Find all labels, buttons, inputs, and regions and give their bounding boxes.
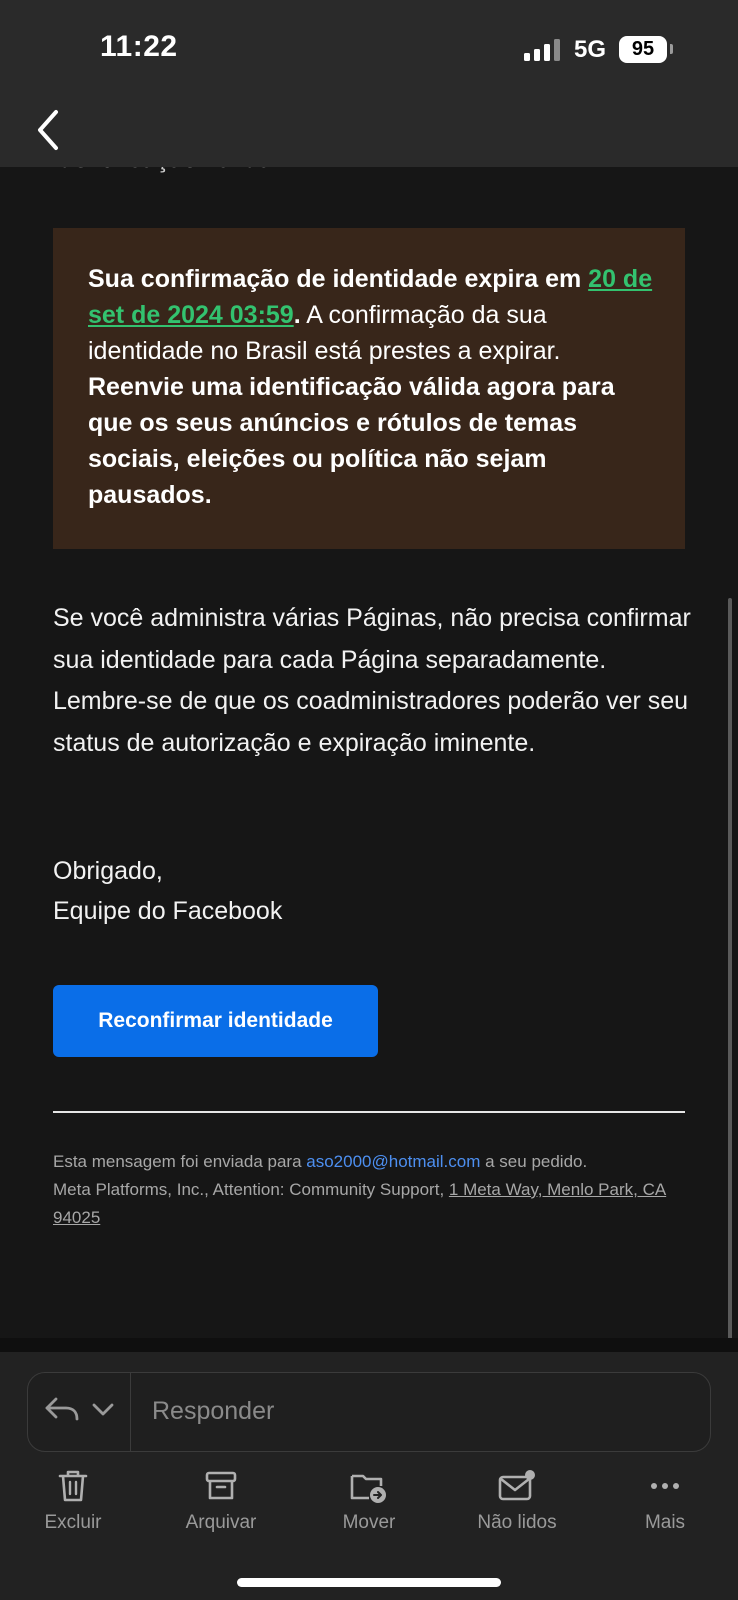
top-bar: [0, 0, 738, 167]
move-label: Mover: [342, 1512, 396, 1533]
panel-separator: [0, 1338, 738, 1352]
chevron-left-icon: [38, 110, 58, 150]
battery-icon: 95: [619, 36, 667, 63]
battery-level: 95: [631, 38, 655, 60]
warning-action: Reenvie uma identificação válida agora p…: [88, 373, 615, 509]
signoff-team: Equipe do Facebook: [53, 897, 283, 925]
more-button[interactable]: Mais: [605, 1468, 725, 1534]
archive-label: Arquivar: [185, 1512, 257, 1533]
expiry-warning-box: Sua confirmação de identidade expira em …: [53, 228, 685, 549]
warning-punct: .: [293, 301, 301, 329]
battery-tip: [670, 44, 673, 54]
delete-button[interactable]: Excluir: [13, 1468, 133, 1534]
reply-icon[interactable]: [44, 1395, 80, 1425]
archive-button[interactable]: Arquivar: [161, 1468, 281, 1534]
back-button[interactable]: [34, 108, 70, 152]
status-time: 11:22: [100, 30, 178, 63]
move-folder-icon: [350, 1474, 386, 1503]
scrollbar[interactable]: [728, 598, 732, 1340]
signal-icon: [524, 39, 562, 61]
unread-button[interactable]: Não lidos: [457, 1468, 577, 1534]
reply-box-divider: [130, 1373, 131, 1451]
network-label: 5G: [574, 36, 607, 63]
divider: [53, 1111, 685, 1113]
footer-company: Meta Platforms, Inc., Attention: Communi…: [53, 1180, 449, 1199]
footer-prefix: Esta mensagem foi enviada para: [53, 1152, 307, 1171]
reply-input[interactable]: [152, 1391, 692, 1431]
home-indicator[interactable]: [237, 1578, 501, 1587]
body-paragraph: Se você administra várias Páginas, não p…: [53, 604, 691, 757]
footer-suffix: a seu pedido.: [480, 1152, 588, 1171]
signoff-thanks: Obrigado,: [53, 857, 163, 885]
move-button[interactable]: Mover: [309, 1468, 429, 1534]
more-label: Mais: [644, 1512, 686, 1533]
trash-icon: [58, 1470, 88, 1502]
unread-label: Não lidos: [477, 1512, 557, 1533]
footer-email-link[interactable]: aso2000@hotmail.com: [306, 1152, 480, 1171]
warning-lead: Sua confirmação de identidade expira em: [88, 265, 582, 293]
warning-text: Sua confirmação de identidade expira em …: [88, 261, 658, 513]
reconfirm-identity-button[interactable]: Reconfirmar identidade: [53, 985, 378, 1057]
delete-label: Excluir: [44, 1512, 102, 1533]
unread-mail-icon: [498, 1470, 535, 1501]
email-footer: Esta mensagem foi enviada para aso2000@h…: [53, 1148, 693, 1232]
reply-options-chevron-icon[interactable]: [91, 1402, 115, 1418]
more-icon: [651, 1483, 679, 1489]
archive-icon: [205, 1471, 237, 1500]
